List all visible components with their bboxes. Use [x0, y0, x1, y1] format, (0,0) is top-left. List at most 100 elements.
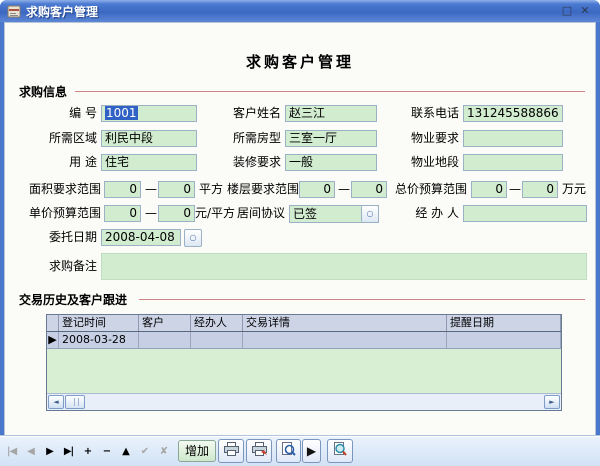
- area-to-field[interactable]: 0: [158, 181, 195, 198]
- label-customer-name: 客户姓名: [232, 106, 281, 120]
- label-code: 编 号: [69, 106, 97, 120]
- floor-from-field[interactable]: 0: [299, 181, 335, 198]
- nav-edit-button[interactable]: ▲: [116, 443, 135, 460]
- agreement-value: 已签: [293, 207, 318, 221]
- play-icon: ▶: [306, 444, 317, 458]
- decoration-field[interactable]: 一般: [285, 154, 377, 171]
- remark-textarea[interactable]: [101, 253, 587, 280]
- cell-operator: [191, 332, 243, 348]
- row-indicator-icon: ▶: [47, 332, 59, 348]
- label-region: 所需区域: [48, 131, 97, 145]
- grid-header-details[interactable]: 交易详情: [243, 315, 447, 331]
- scroll-left-icon[interactable]: ◄: [48, 395, 64, 409]
- entrust-date-dropdown-icon[interactable]: ○: [184, 229, 202, 247]
- cell-reminder: [447, 332, 561, 348]
- label-agreement: 居间协议: [236, 206, 285, 220]
- form-area: 求购客户管理 求购信息 编 号 1001 客户姓名 赵三江 联系电话 13124…: [4, 22, 596, 462]
- area-from-field[interactable]: 0: [104, 181, 141, 198]
- window-title: 求购客户管理: [26, 4, 99, 19]
- total-price-from-field[interactable]: 0: [471, 181, 507, 198]
- app-icon: [6, 3, 22, 19]
- cell-customer: [139, 332, 191, 348]
- label-unit-price-range: 单价预算范围: [28, 206, 101, 220]
- grid-header-operator[interactable]: 经办人: [191, 315, 243, 331]
- label-remark: 求购备注: [48, 259, 97, 273]
- history-grid: 登记时间 客户 经办人 交易详情 提醒日期 ▶ 2008-03-28 ◄ ►: [46, 314, 562, 411]
- nav-delete-button[interactable]: −: [97, 443, 116, 460]
- cell-details: [243, 332, 447, 348]
- usage-field[interactable]: 住宅: [101, 154, 197, 171]
- property-req-field[interactable]: [463, 130, 563, 147]
- maximize-button[interactable]: □: [558, 3, 576, 19]
- nav-last-button[interactable]: ▶|: [59, 443, 78, 460]
- nav-next-button[interactable]: ▶: [40, 443, 59, 460]
- area-range-dash: —: [145, 182, 157, 196]
- close-button[interactable]: ✕: [576, 3, 594, 19]
- operator-field[interactable]: [463, 205, 587, 222]
- grid-header-regdate[interactable]: 登记时间: [59, 315, 139, 331]
- scroll-right-icon[interactable]: ►: [544, 395, 560, 409]
- total-price-to-field[interactable]: 0: [522, 181, 558, 198]
- printer-icon: [223, 441, 240, 461]
- label-decoration: 装修要求: [232, 155, 281, 169]
- title-bar[interactable]: 求购客户管理 □ ✕: [0, 0, 600, 22]
- nav-prior-button[interactable]: ◀: [21, 443, 40, 460]
- bottom-toolbar: |◀ ◀ ▶ ▶| + − ▲ ✔ ✘ 增加 ▶: [0, 437, 600, 466]
- grid-horizontal-scrollbar[interactable]: ◄ ►: [47, 393, 561, 410]
- code-field[interactable]: 1001: [101, 105, 197, 122]
- page-title: 求购客户管理: [245, 53, 354, 71]
- unit-price-to-field[interactable]: 0: [158, 205, 195, 222]
- preview-magnifier-icon: [281, 441, 296, 461]
- unit-price-unit: 元/平方: [195, 206, 236, 220]
- cell-regdate: 2008-03-28: [59, 332, 139, 348]
- section-divider-2: [139, 299, 585, 300]
- print-button[interactable]: [218, 439, 244, 463]
- search-button[interactable]: [327, 439, 353, 463]
- table-row[interactable]: ▶ 2008-03-28: [47, 332, 561, 349]
- add-button[interactable]: 增加: [178, 440, 216, 462]
- nav-insert-button[interactable]: +: [78, 443, 97, 460]
- run-button[interactable]: ▶: [302, 439, 321, 463]
- label-usage: 用 途: [69, 155, 97, 169]
- grid-header-reminder[interactable]: 提醒日期: [447, 315, 561, 331]
- grid-header-indicator: [47, 315, 59, 331]
- label-property-location: 物业地段: [410, 155, 459, 169]
- total-price-unit: 万元: [562, 182, 587, 196]
- total-price-dash: —: [509, 182, 521, 196]
- agreement-combobox[interactable]: 已签 ○: [289, 205, 379, 223]
- scrollbar-thumb[interactable]: [65, 395, 85, 409]
- section-title-history: 交易历史及客户跟进: [19, 293, 128, 307]
- label-floor-range: 楼层要求范围: [227, 182, 300, 196]
- print-export-button[interactable]: [246, 439, 272, 463]
- label-area-range: 面积要求范围: [28, 182, 101, 196]
- nav-cancel-button[interactable]: ✘: [154, 443, 173, 460]
- phone-field[interactable]: 131245588866: [463, 105, 563, 122]
- grid-header-row: 登记时间 客户 经办人 交易详情 提醒日期: [47, 315, 561, 332]
- nav-first-button[interactable]: |◀: [2, 443, 21, 460]
- region-field[interactable]: 利民中段: [101, 130, 197, 147]
- preview-button[interactable]: [276, 439, 301, 463]
- customer-name-field[interactable]: 赵三江: [285, 105, 377, 122]
- floor-to-field[interactable]: 0: [351, 181, 387, 198]
- unit-price-from-field[interactable]: 0: [104, 205, 141, 222]
- area-unit: 平方: [199, 182, 224, 196]
- nav-post-button[interactable]: ✔: [135, 443, 154, 460]
- house-type-field[interactable]: 三室一厅: [285, 130, 377, 147]
- label-total-price-range: 总价预算范围: [394, 182, 467, 196]
- label-operator: 经 办 人: [415, 206, 459, 220]
- label-entrust-date: 委托日期: [48, 230, 97, 244]
- label-phone: 联系电话: [410, 106, 459, 120]
- property-location-field[interactable]: [463, 154, 563, 171]
- app-window: 求购客户管理 □ ✕ 求购客户管理 求购信息 编 号 1001 客户姓名 赵三江…: [0, 0, 600, 466]
- printer-arrow-icon: [251, 441, 268, 461]
- code-selected-text: 1001: [105, 106, 138, 120]
- db-navigator: |◀ ◀ ▶ ▶| + − ▲ ✔ ✘: [2, 443, 173, 460]
- search-document-icon: [332, 441, 348, 461]
- label-house-type: 所需房型: [232, 131, 281, 145]
- entrust-date-field[interactable]: 2008-04-08: [101, 229, 181, 246]
- section-divider: [75, 91, 585, 92]
- label-property-req: 物业要求: [410, 131, 459, 145]
- section-title-info: 求购信息: [19, 85, 68, 99]
- unit-price-dash: —: [145, 206, 157, 220]
- grid-header-customer[interactable]: 客户: [139, 315, 191, 331]
